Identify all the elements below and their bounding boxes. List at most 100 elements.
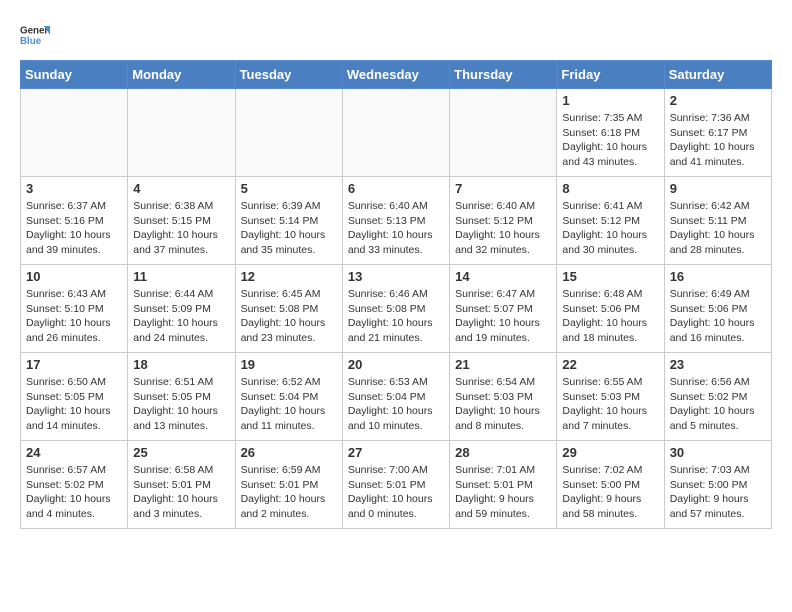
day-number: 1 (562, 93, 658, 108)
calendar-cell: 28 Sunrise: 7:01 AM Sunset: 5:01 PM Dayli… (450, 441, 557, 529)
day-info: Sunrise: 6:53 AM Sunset: 5:04 PM Dayligh… (348, 375, 444, 434)
day-number: 6 (348, 181, 444, 196)
header-saturday: Saturday (664, 61, 771, 89)
svg-text:Blue: Blue (20, 36, 42, 47)
day-info: Sunrise: 6:56 AM Sunset: 5:02 PM Dayligh… (670, 375, 766, 434)
calendar-cell (21, 89, 128, 177)
calendar-cell: 2 Sunrise: 7:36 AM Sunset: 6:17 PM Daylig… (664, 89, 771, 177)
calendar-week-3: 10 Sunrise: 6:43 AM Sunset: 5:10 PM Dayli… (21, 265, 772, 353)
day-info: Sunrise: 6:47 AM Sunset: 5:07 PM Dayligh… (455, 287, 551, 346)
calendar-header-row: SundayMondayTuesdayWednesdayThursdayFrid… (21, 61, 772, 89)
day-info: Sunrise: 6:40 AM Sunset: 5:12 PM Dayligh… (455, 199, 551, 258)
day-info: Sunrise: 6:39 AM Sunset: 5:14 PM Dayligh… (241, 199, 337, 258)
day-info: Sunrise: 6:52 AM Sunset: 5:04 PM Dayligh… (241, 375, 337, 434)
day-info: Sunrise: 6:44 AM Sunset: 5:09 PM Dayligh… (133, 287, 229, 346)
day-info: Sunrise: 6:54 AM Sunset: 5:03 PM Dayligh… (455, 375, 551, 434)
calendar-cell: 14 Sunrise: 6:47 AM Sunset: 5:07 PM Dayli… (450, 265, 557, 353)
day-number: 15 (562, 269, 658, 284)
day-info: Sunrise: 6:46 AM Sunset: 5:08 PM Dayligh… (348, 287, 444, 346)
calendar-cell: 8 Sunrise: 6:41 AM Sunset: 5:12 PM Daylig… (557, 177, 664, 265)
day-info: Sunrise: 6:38 AM Sunset: 5:15 PM Dayligh… (133, 199, 229, 258)
calendar-cell: 12 Sunrise: 6:45 AM Sunset: 5:08 PM Dayli… (235, 265, 342, 353)
calendar-cell: 7 Sunrise: 6:40 AM Sunset: 5:12 PM Daylig… (450, 177, 557, 265)
calendar-week-4: 17Sunrise: 6:50 AM Sunset: 5:05 PM Dayli… (21, 353, 772, 441)
day-number: 26 (241, 445, 337, 460)
calendar-cell: 26 Sunrise: 6:59 AM Sunset: 5:01 PM Dayli… (235, 441, 342, 529)
calendar-cell: 29 Sunrise: 7:02 AM Sunset: 5:00 PM Dayli… (557, 441, 664, 529)
calendar-cell: 25 Sunrise: 6:58 AM Sunset: 5:01 PM Dayli… (128, 441, 235, 529)
calendar-cell: 21 Sunrise: 6:54 AM Sunset: 5:03 PM Dayli… (450, 353, 557, 441)
day-number: 11 (133, 269, 229, 284)
day-number: 25 (133, 445, 229, 460)
calendar-cell: 17Sunrise: 6:50 AM Sunset: 5:05 PM Dayli… (21, 353, 128, 441)
calendar-cell: 23 Sunrise: 6:56 AM Sunset: 5:02 PM Dayli… (664, 353, 771, 441)
calendar-cell: 19 Sunrise: 6:52 AM Sunset: 5:04 PM Dayli… (235, 353, 342, 441)
header-thursday: Thursday (450, 61, 557, 89)
calendar-cell (450, 89, 557, 177)
header-sunday: Sunday (21, 61, 128, 89)
calendar-cell: 18Sunrise: 6:51 AM Sunset: 5:05 PM Dayli… (128, 353, 235, 441)
day-number: 3 (26, 181, 122, 196)
day-number: 9 (670, 181, 766, 196)
day-number: 24 (26, 445, 122, 460)
day-number: 21 (455, 357, 551, 372)
day-number: 16 (670, 269, 766, 284)
day-info: Sunrise: 7:01 AM Sunset: 5:01 PM Dayligh… (455, 463, 551, 522)
day-info: Sunrise: 7:35 AM Sunset: 6:18 PM Dayligh… (562, 111, 658, 170)
day-number: 13 (348, 269, 444, 284)
header-monday: Monday (128, 61, 235, 89)
day-info: Sunrise: 6:55 AM Sunset: 5:03 PM Dayligh… (562, 375, 658, 434)
day-number: 4 (133, 181, 229, 196)
day-info: Sunrise: 6:37 AM Sunset: 5:16 PM Dayligh… (26, 199, 122, 258)
day-info: Sunrise: 7:36 AM Sunset: 6:17 PM Dayligh… (670, 111, 766, 170)
day-number: 30 (670, 445, 766, 460)
calendar-cell: 20 Sunrise: 6:53 AM Sunset: 5:04 PM Dayli… (342, 353, 449, 441)
page-header: General Blue (20, 20, 772, 50)
header-wednesday: Wednesday (342, 61, 449, 89)
calendar-cell: 4 Sunrise: 6:38 AM Sunset: 5:15 PM Daylig… (128, 177, 235, 265)
day-info: Sunrise: 6:57 AM Sunset: 5:02 PM Dayligh… (26, 463, 122, 522)
calendar-cell (342, 89, 449, 177)
day-number: 20 (348, 357, 444, 372)
day-number: 8 (562, 181, 658, 196)
calendar-cell: 22 Sunrise: 6:55 AM Sunset: 5:03 PM Dayli… (557, 353, 664, 441)
calendar-week-5: 24 Sunrise: 6:57 AM Sunset: 5:02 PM Dayli… (21, 441, 772, 529)
calendar-cell: 3 Sunrise: 6:37 AM Sunset: 5:16 PM Daylig… (21, 177, 128, 265)
calendar-cell (235, 89, 342, 177)
day-number: 7 (455, 181, 551, 196)
day-info: Sunrise: 6:40 AM Sunset: 5:13 PM Dayligh… (348, 199, 444, 258)
day-info: Sunrise: 6:45 AM Sunset: 5:08 PM Dayligh… (241, 287, 337, 346)
day-info: Sunrise: 6:41 AM Sunset: 5:12 PM Dayligh… (562, 199, 658, 258)
day-info: Sunrise: 6:48 AM Sunset: 5:06 PM Dayligh… (562, 287, 658, 346)
day-number: 22 (562, 357, 658, 372)
calendar-cell: 6 Sunrise: 6:40 AM Sunset: 5:13 PM Daylig… (342, 177, 449, 265)
day-number: 28 (455, 445, 551, 460)
logo: General Blue (20, 20, 50, 50)
day-number: 29 (562, 445, 658, 460)
calendar-cell: 10 Sunrise: 6:43 AM Sunset: 5:10 PM Dayli… (21, 265, 128, 353)
day-info: Sunrise: 7:00 AM Sunset: 5:01 PM Dayligh… (348, 463, 444, 522)
calendar-cell: 5Sunrise: 6:39 AM Sunset: 5:14 PM Daylig… (235, 177, 342, 265)
day-info: Sunrise: 6:59 AM Sunset: 5:01 PM Dayligh… (241, 463, 337, 522)
day-info: Sunrise: 6:43 AM Sunset: 5:10 PM Dayligh… (26, 287, 122, 346)
calendar-cell: 13 Sunrise: 6:46 AM Sunset: 5:08 PM Dayli… (342, 265, 449, 353)
header-friday: Friday (557, 61, 664, 89)
day-number: 27 (348, 445, 444, 460)
day-number: 19 (241, 357, 337, 372)
day-info: Sunrise: 7:02 AM Sunset: 5:00 PM Dayligh… (562, 463, 658, 522)
calendar-cell: 9Sunrise: 6:42 AM Sunset: 5:11 PM Daylig… (664, 177, 771, 265)
calendar-cell: 27 Sunrise: 7:00 AM Sunset: 5:01 PM Dayli… (342, 441, 449, 529)
day-number: 12 (241, 269, 337, 284)
header-tuesday: Tuesday (235, 61, 342, 89)
calendar-cell: 15 Sunrise: 6:48 AM Sunset: 5:06 PM Dayli… (557, 265, 664, 353)
day-info: Sunrise: 6:58 AM Sunset: 5:01 PM Dayligh… (133, 463, 229, 522)
day-number: 17 (26, 357, 122, 372)
day-number: 14 (455, 269, 551, 284)
day-number: 2 (670, 93, 766, 108)
day-number: 23 (670, 357, 766, 372)
calendar-table: SundayMondayTuesdayWednesdayThursdayFrid… (20, 60, 772, 529)
calendar-cell: 11 Sunrise: 6:44 AM Sunset: 5:09 PM Dayli… (128, 265, 235, 353)
calendar-cell: 16Sunrise: 6:49 AM Sunset: 5:06 PM Dayli… (664, 265, 771, 353)
day-info: Sunrise: 6:51 AM Sunset: 5:05 PM Dayligh… (133, 375, 229, 434)
day-number: 10 (26, 269, 122, 284)
